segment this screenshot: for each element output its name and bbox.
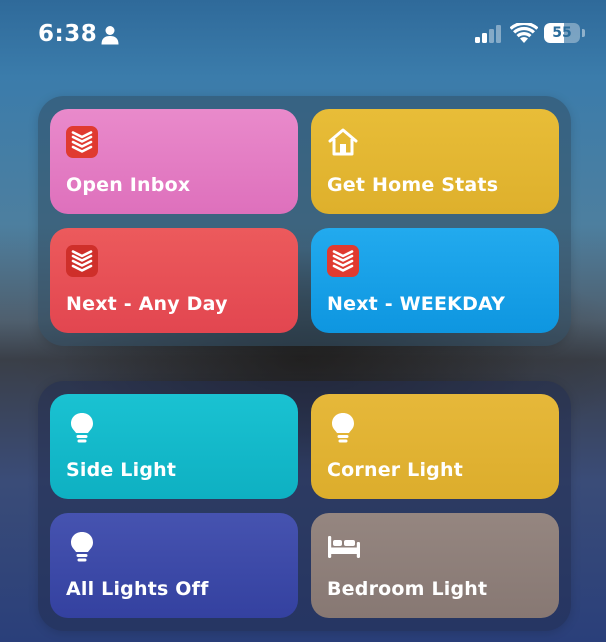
shortcut-label: Open Inbox bbox=[66, 174, 191, 196]
shortcut-label: Next - Any Day bbox=[66, 293, 228, 315]
shortcut-next-weekday[interactable]: Next - WEEKDAY bbox=[311, 228, 559, 333]
todoist-icon bbox=[66, 126, 98, 158]
shortcut-label: Bedroom Light bbox=[327, 578, 488, 600]
shortcut-open-inbox[interactable]: Open Inbox bbox=[50, 109, 298, 214]
lightbulb-icon bbox=[66, 530, 98, 562]
shortcut-bedroom-light[interactable]: Bedroom Light bbox=[311, 513, 559, 618]
shortcut-label: Next - WEEKDAY bbox=[327, 293, 506, 315]
battery-level: 55 bbox=[552, 25, 572, 41]
bed-icon bbox=[327, 530, 360, 562]
person-icon bbox=[101, 26, 119, 45]
shortcut-all-lights-off[interactable]: All Lights Off bbox=[50, 513, 298, 618]
cellular-signal-icon bbox=[475, 25, 501, 43]
lightbulb-icon bbox=[327, 411, 359, 443]
shortcut-label: Get Home Stats bbox=[327, 174, 499, 196]
shortcut-next-any-day[interactable]: Next - Any Day bbox=[50, 228, 298, 333]
shortcut-label: All Lights Off bbox=[66, 578, 209, 600]
home-icon bbox=[327, 126, 359, 158]
clock-time: 6:38 bbox=[38, 21, 98, 47]
lightbulb-icon bbox=[66, 411, 98, 443]
wifi-icon bbox=[510, 23, 538, 43]
shortcut-corner-light[interactable]: Corner Light bbox=[311, 394, 559, 499]
status-bar: 6:38 55 bbox=[0, 0, 606, 70]
shortcut-label: Side Light bbox=[66, 459, 177, 481]
todoist-icon bbox=[327, 245, 359, 277]
battery-icon: 55 bbox=[544, 23, 588, 45]
shortcut-label: Corner Light bbox=[327, 459, 463, 481]
shortcut-get-home-stats[interactable]: Get Home Stats bbox=[311, 109, 559, 214]
todoist-icon bbox=[66, 245, 98, 277]
shortcut-side-light[interactable]: Side Light bbox=[50, 394, 298, 499]
